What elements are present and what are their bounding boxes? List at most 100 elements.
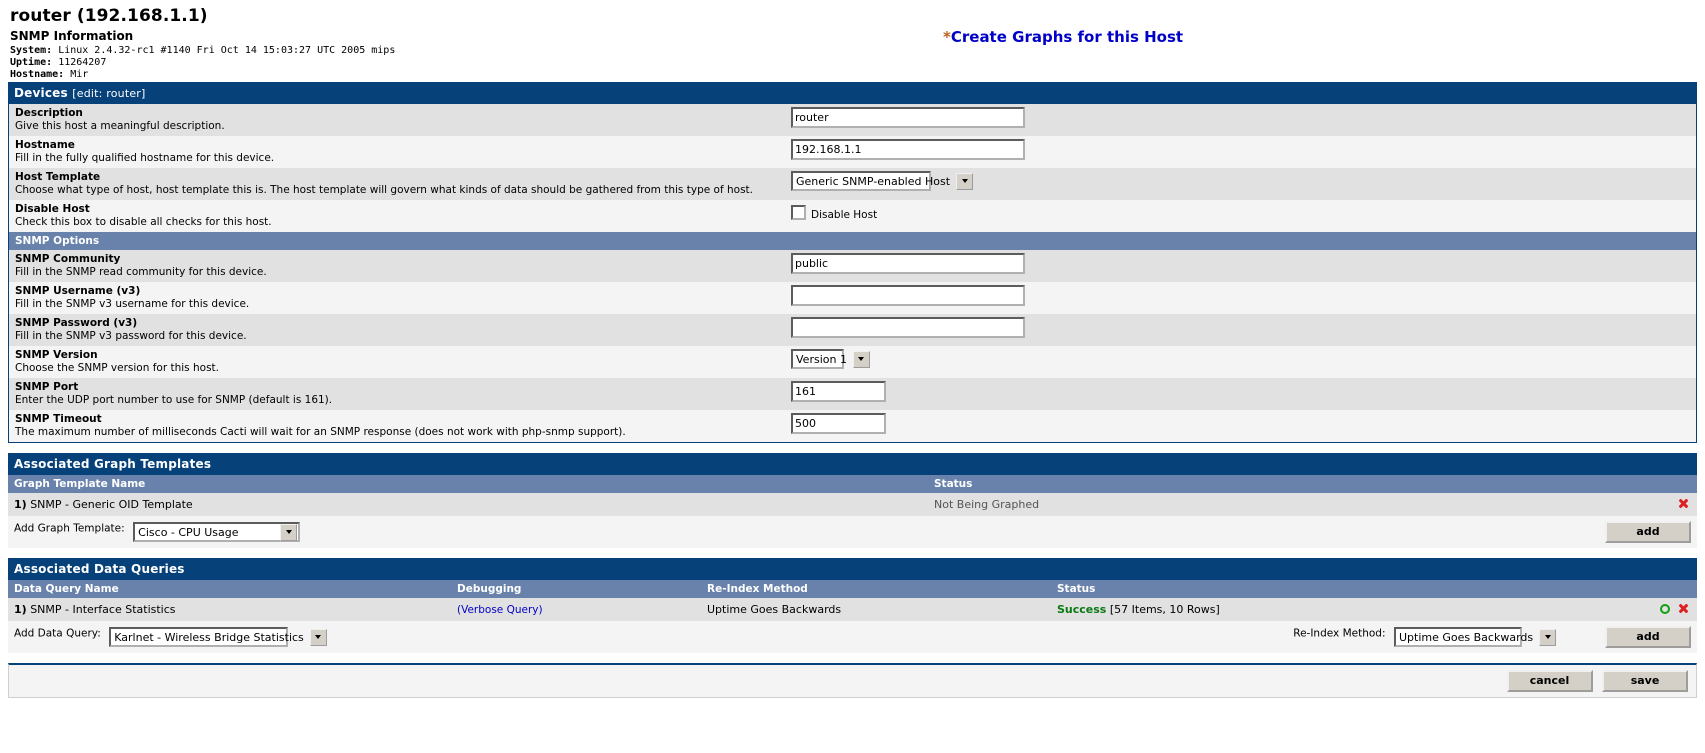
snmp-hostname-line: Hostname: Mir: [10, 69, 1695, 81]
field-name: SNMP Username (v3): [15, 285, 141, 297]
field-row-snmp-password: SNMP Password (v3) Fill in the SNMP v3 p…: [9, 314, 1696, 346]
devices-section-header: Devices [edit: router]: [8, 82, 1697, 104]
field-label-cell: SNMP Port Enter the UDP port number to u…: [9, 378, 785, 410]
snmp-uptime-label: Uptime:: [10, 57, 53, 68]
column-header-actions: [1528, 580, 1697, 598]
data-queries-table: Data Query Name Debugging Re-Index Metho…: [8, 580, 1697, 653]
snmp-system-value: Linux 2.4.32-rc1 #1140 Fri Oct 14 15:03:…: [58, 45, 396, 56]
field-label-cell: Hostname Fill in the fully qualified hos…: [9, 136, 785, 168]
chevron-down-icon[interactable]: [309, 628, 327, 646]
devices-title: Devices: [14, 86, 68, 100]
graph-templates-header: Associated Graph Templates: [8, 453, 1697, 475]
snmp-username-input[interactable]: [791, 285, 1025, 306]
verbose-query-link[interactable]: (Verbose Query): [457, 604, 543, 616]
field-name: Host Template: [15, 171, 101, 183]
devices-section: Devices [edit: router] Description Give …: [8, 82, 1697, 443]
snmp-timeout-input[interactable]: [791, 413, 886, 434]
table-row[interactable]: 1) SNMP - Interface Statistics (Verbose …: [8, 598, 1697, 621]
snmp-version-value: Version 1: [796, 352, 847, 366]
snmp-version-select[interactable]: Version 1: [791, 349, 870, 369]
save-button[interactable]: save: [1602, 670, 1688, 692]
host-template-select[interactable]: Generic SNMP-enabled Host: [791, 171, 974, 191]
snmp-options-subheader-row: SNMP Options: [9, 232, 1696, 250]
graph-template-add-row: Add Graph Template: Cisco - CPU Usage ad…: [8, 516, 1697, 548]
row-index: 1): [14, 498, 27, 511]
field-row-snmp-timeout: SNMP Timeout The maximum number of milli…: [9, 410, 1696, 442]
asterisk-marker: *: [943, 28, 951, 46]
field-label-cell: SNMP Version Choose the SNMP version for…: [9, 346, 785, 378]
snmp-port-input[interactable]: [791, 381, 886, 402]
chevron-down-icon[interactable]: [956, 172, 974, 190]
field-row-snmp-port: SNMP Port Enter the UDP port number to u…: [9, 378, 1696, 410]
devices-form: Description Give this host a meaningful …: [8, 104, 1697, 443]
field-description: Enter the UDP port number to use for SNM…: [15, 394, 333, 406]
add-graph-template-value: Cisco - CPU Usage: [138, 525, 239, 539]
column-header-debugging: Debugging: [451, 580, 701, 598]
snmp-hostname-value: Mir: [70, 69, 89, 80]
delete-icon[interactable]: [1678, 498, 1689, 509]
hostname-input[interactable]: [791, 139, 1025, 160]
column-header-graph-template-name: Graph Template Name: [8, 475, 928, 493]
graph-templates-column-headers: Graph Template Name Status: [8, 475, 1697, 493]
page-title: router (192.168.1.1): [10, 6, 208, 26]
field-input-cell: Version 1: [785, 346, 1696, 378]
column-header-status: Status: [1051, 580, 1528, 598]
data-queries-header: Associated Data Queries: [8, 558, 1697, 580]
chevron-down-icon[interactable]: [280, 523, 298, 541]
field-row-snmp-version: SNMP Version Choose the SNMP version for…: [9, 346, 1696, 378]
field-input-cell: [785, 282, 1696, 314]
status-badge: Success: [1057, 603, 1107, 616]
add-graph-template-select[interactable]: Cisco - CPU Usage: [133, 522, 301, 542]
description-input[interactable]: [791, 107, 1025, 128]
data-query-status-cell: Success [57 Items, 10 Rows]: [1051, 598, 1528, 621]
devices-edit-subtitle: [edit: router]: [72, 87, 146, 100]
chevron-down-icon[interactable]: [852, 350, 870, 368]
data-query-actions: [1528, 598, 1697, 621]
disable-host-control[interactable]: Disable Host: [791, 203, 877, 221]
delete-icon[interactable]: [1678, 603, 1689, 614]
field-row-description: Description Give this host a meaningful …: [9, 104, 1696, 136]
field-row-snmp-community: SNMP Community Fill in the SNMP read com…: [9, 250, 1696, 282]
field-input-cell: Disable Host: [785, 200, 1696, 232]
field-name: Description: [15, 107, 83, 119]
field-name: Hostname: [15, 139, 75, 151]
field-description: Check this box to disable all checks for…: [15, 216, 272, 228]
data-query-debug-cell: (Verbose Query): [451, 598, 701, 621]
snmp-information-heading: SNMP Information: [10, 29, 134, 43]
field-description: Fill in the SNMP v3 username for this de…: [15, 298, 250, 310]
snmp-password-input[interactable]: [791, 317, 1025, 338]
field-label-cell: SNMP Timeout The maximum number of milli…: [9, 410, 785, 442]
snmp-community-input[interactable]: [791, 253, 1025, 274]
field-name: SNMP Timeout: [15, 413, 102, 425]
add-graph-template-button[interactable]: add: [1605, 521, 1691, 543]
add-data-query-select[interactable]: Karlnet - Wireless Bridge Statistics: [109, 627, 327, 647]
field-input-cell: [785, 314, 1696, 346]
disable-host-checkbox[interactable]: [791, 205, 806, 220]
table-row[interactable]: 1) SNMP - Generic OID Template Not Being…: [8, 493, 1697, 516]
data-query-name-cell: 1) SNMP - Interface Statistics: [8, 598, 451, 621]
snmp-uptime-line: Uptime: 11264207: [10, 57, 1695, 69]
field-description: The maximum number of milliseconds Cacti…: [15, 426, 626, 438]
create-graphs-link[interactable]: *Create Graphs for this Host: [943, 28, 1183, 46]
chevron-down-icon[interactable]: [1539, 628, 1557, 646]
reindex-method-select[interactable]: Uptime Goes Backwards: [1394, 627, 1557, 647]
host-template-value: Generic SNMP-enabled Host: [796, 174, 951, 188]
field-label-cell: SNMP Community Fill in the SNMP read com…: [9, 250, 785, 282]
field-description: Fill in the SNMP v3 password for this de…: [15, 330, 247, 342]
add-data-query-button[interactable]: add: [1605, 626, 1691, 648]
disable-host-label: Disable Host: [811, 209, 878, 221]
graph-template-actions: [1528, 493, 1697, 516]
snmp-options-subheader: SNMP Options: [9, 232, 1696, 250]
graph-templates-table: Graph Template Name Status 1) SNMP - Gen…: [8, 475, 1697, 548]
reload-icon[interactable]: [1659, 604, 1670, 614]
reindex-method-value: Uptime Goes Backwards: [1399, 630, 1534, 644]
devices-field-table: Description Give this host a meaningful …: [9, 104, 1696, 442]
cancel-button[interactable]: cancel: [1506, 670, 1593, 692]
field-label-cell: Disable Host Check this box to disable a…: [9, 200, 785, 232]
field-description: Fill in the SNMP read community for this…: [15, 266, 267, 278]
field-name: SNMP Port: [15, 381, 79, 393]
field-row-host-template: Host Template Choose what type of host, …: [9, 168, 1696, 200]
create-graphs-label: Create Graphs for this Host: [950, 28, 1184, 46]
column-header-reindex-method: Re-Index Method: [701, 580, 1051, 598]
